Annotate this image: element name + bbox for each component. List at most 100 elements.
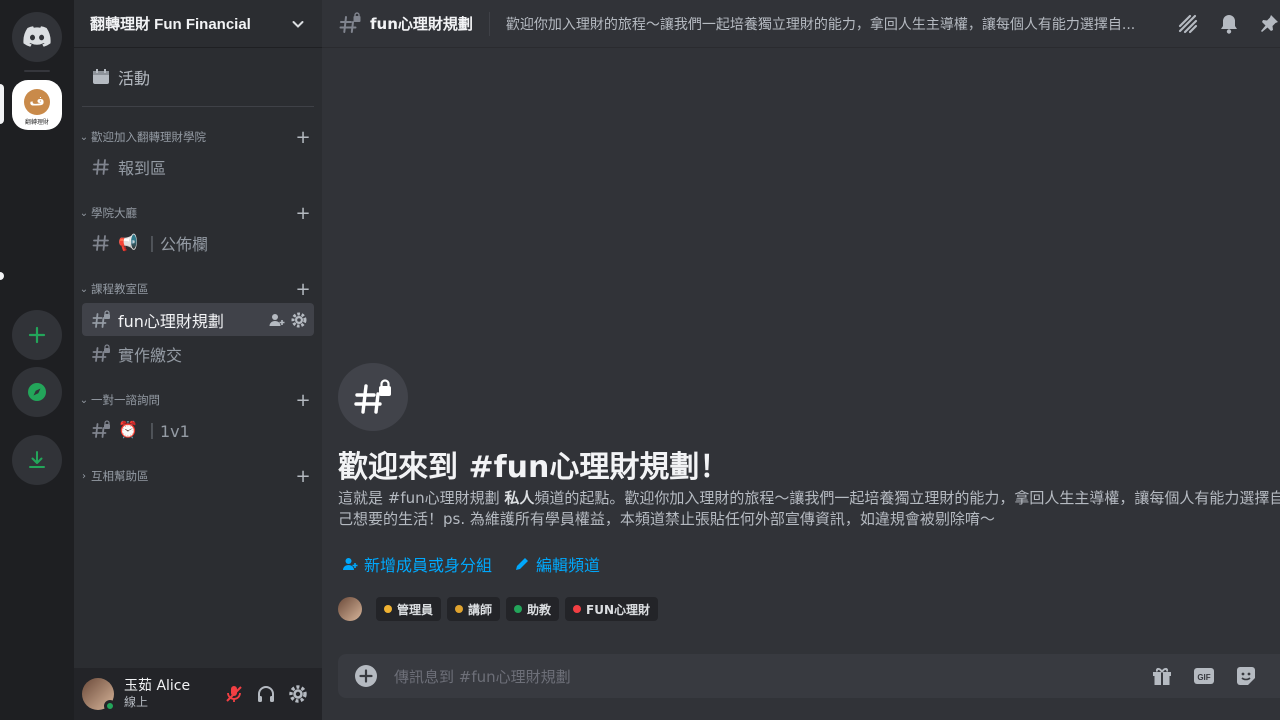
category-label: 互相幫助區 xyxy=(91,469,149,483)
user-panel: 玉茹 Alice 線上 xyxy=(74,668,322,720)
role-tag-instructor[interactable]: 講師 xyxy=(447,597,501,621)
gift-icon[interactable] xyxy=(1150,664,1174,688)
calendar-icon xyxy=(93,69,109,84)
create-channel-icon[interactable]: + xyxy=(294,466,312,487)
category-label: 一對一諮詢問 xyxy=(91,393,160,407)
category-classroom[interactable]: ⌄ 課程教室區 + xyxy=(78,279,314,300)
role-label: 管理員 xyxy=(397,602,434,617)
role-tag-fun-member[interactable]: FUN心理財 xyxy=(565,597,659,621)
category-lobby[interactable]: ⌄ 學院大廳 + xyxy=(78,203,314,224)
download-apps-button[interactable] xyxy=(12,435,62,485)
role-label: 助教 xyxy=(527,602,552,617)
hash-icon xyxy=(92,234,109,251)
main-chat-area: fun心理財規劃 歡迎你加入理財的旅程～讓我們一起培養獨立理財的能力，拿回人生主… xyxy=(322,0,1280,720)
channel-item-fun-planning[interactable]: fun心理財規劃 xyxy=(82,303,314,336)
rail-separator xyxy=(24,70,50,72)
hash-icon xyxy=(92,158,109,175)
welcome-description: 這就是 #fun心理財規劃 私人頻道的起點。歡迎你加入理財的旅程～讓我們一起培養… xyxy=(338,488,1280,530)
role-color-dot xyxy=(455,605,464,613)
role-label: 講師 xyxy=(468,602,493,617)
locked-hash-icon xyxy=(339,11,361,33)
explore-servers-button[interactable] xyxy=(12,367,62,417)
add-members-button[interactable]: 新增成員或身分組 xyxy=(342,552,492,576)
threads-icon[interactable] xyxy=(1176,12,1200,36)
message-input-placeholder[interactable]: 傳訊息到 #fun心理財規劃 xyxy=(394,666,571,687)
locked-hash-icon xyxy=(92,343,110,362)
channel-label: fun心理財規劃 xyxy=(118,311,224,331)
server-name: 翻轉理財 Fun Financial xyxy=(90,16,251,33)
locked-hash-icon xyxy=(92,419,110,438)
sidebar-item-activity[interactable]: 活動 xyxy=(82,60,314,94)
gear-icon[interactable] xyxy=(290,311,308,329)
channel-label: 實作繳交 xyxy=(118,345,183,365)
channel-label: ｜1v1 xyxy=(144,421,190,441)
channel-sidebar: 翻轉理財 Fun Financial 活動 ⌄ 歡迎加入翻轉理財學院 + 報到區… xyxy=(74,0,322,720)
sticker-icon[interactable] xyxy=(1234,664,1258,688)
server-icon-text: 翻轉理財 xyxy=(24,118,49,126)
create-channel-icon[interactable]: + xyxy=(294,203,312,224)
chevron-down-icon xyxy=(292,20,304,28)
bell-icon[interactable] xyxy=(1218,13,1240,35)
avatar[interactable] xyxy=(338,597,362,621)
add-member-icon[interactable] xyxy=(268,311,286,329)
chevron-right-icon: › xyxy=(82,470,86,482)
deafen-button[interactable] xyxy=(250,678,282,710)
welcome-desc-private: 私人 xyxy=(504,489,535,507)
create-channel-icon[interactable]: + xyxy=(294,390,312,411)
mute-button[interactable] xyxy=(218,678,250,710)
pin-icon[interactable] xyxy=(1258,13,1280,35)
role-tag-admin[interactable]: 管理員 xyxy=(376,597,442,621)
welcome-desc-prefix: 這就是 #fun心理財規劃 xyxy=(338,489,505,507)
gif-icon[interactable]: GIF xyxy=(1192,664,1216,688)
welcome-title: 歡迎來到 #fun心理財規劃！ xyxy=(338,450,730,485)
sidebar-divider xyxy=(82,106,314,107)
channel-item-homework[interactable]: 實作繳交 xyxy=(82,337,314,370)
locked-hash-icon xyxy=(354,379,391,414)
add-server-button[interactable] xyxy=(12,310,62,360)
channel-label: ｜公佈欄 xyxy=(144,234,209,254)
compass-icon xyxy=(28,383,46,401)
category-mutual-help[interactable]: › 互相幫助區 + xyxy=(78,466,314,487)
headphones-icon xyxy=(258,686,274,702)
message-composer[interactable]: 傳訊息到 #fun心理財規劃 GIF xyxy=(338,654,1280,698)
channel-topic[interactable]: 歡迎你加入理財的旅程～讓我們一起培養獨立理財的能力，拿回人生主導權，讓每個人有能… xyxy=(506,14,1156,34)
category-consulting[interactable]: ⌄ 一對一諮詢問 + xyxy=(78,390,314,411)
role-tag-assistant[interactable]: 助教 xyxy=(506,597,560,621)
home-button[interactable] xyxy=(12,12,62,62)
server-rail: ف 翻轉理財 xyxy=(0,0,74,720)
category-welcome[interactable]: ⌄ 歡迎加入翻轉理財學院 + xyxy=(78,127,314,148)
create-channel-icon[interactable]: + xyxy=(294,279,312,300)
mic-muted-icon xyxy=(226,686,242,702)
download-icon xyxy=(29,451,45,468)
channel-title: fun心理財規劃 xyxy=(370,15,473,33)
composer-toolbar: GIF xyxy=(1150,654,1258,698)
add-members-label: 新增成員或身分組 xyxy=(364,556,493,575)
add-attachment-icon[interactable] xyxy=(354,664,378,688)
megaphone-icon: 📢 xyxy=(118,233,138,252)
create-channel-icon[interactable]: + xyxy=(294,127,312,148)
role-label: FUN心理財 xyxy=(586,602,651,617)
pencil-icon xyxy=(516,558,529,570)
channel-item-report[interactable]: 報到區 xyxy=(82,150,314,183)
user-info[interactable]: 玉茹 Alice 線上 xyxy=(124,678,218,709)
role-color-dot xyxy=(514,605,523,613)
channel-item-announcements[interactable]: 📢 ｜公佈欄 xyxy=(82,226,314,259)
chevron-down-icon: ⌄ xyxy=(79,207,89,219)
channel-header: fun心理財規劃 歡迎你加入理財的旅程～讓我們一起培養獨立理財的能力，拿回人生主… xyxy=(322,0,1280,48)
channel-welcome-icon xyxy=(338,363,408,431)
server-header[interactable]: 翻轉理財 Fun Financial xyxy=(74,0,322,48)
chevron-down-icon: ⌄ xyxy=(79,394,89,406)
role-color-dot xyxy=(573,605,582,613)
avatar[interactable] xyxy=(82,678,116,712)
chevron-down-icon: ⌄ xyxy=(79,283,89,295)
channel-item-1v1[interactable]: ⏰ ｜1v1 xyxy=(82,413,314,446)
unread-pill xyxy=(0,272,4,280)
plus-icon xyxy=(28,326,46,344)
header-toolbar xyxy=(1176,0,1280,48)
server-icon-fun-financial[interactable]: ف 翻轉理財 xyxy=(12,80,62,130)
category-label: 學院大廳 xyxy=(91,206,137,220)
selected-server-pill xyxy=(0,84,4,124)
activity-label: 活動 xyxy=(118,69,151,88)
user-settings-button[interactable] xyxy=(282,678,314,710)
edit-channel-button[interactable]: 編輯頻道 xyxy=(514,552,600,576)
